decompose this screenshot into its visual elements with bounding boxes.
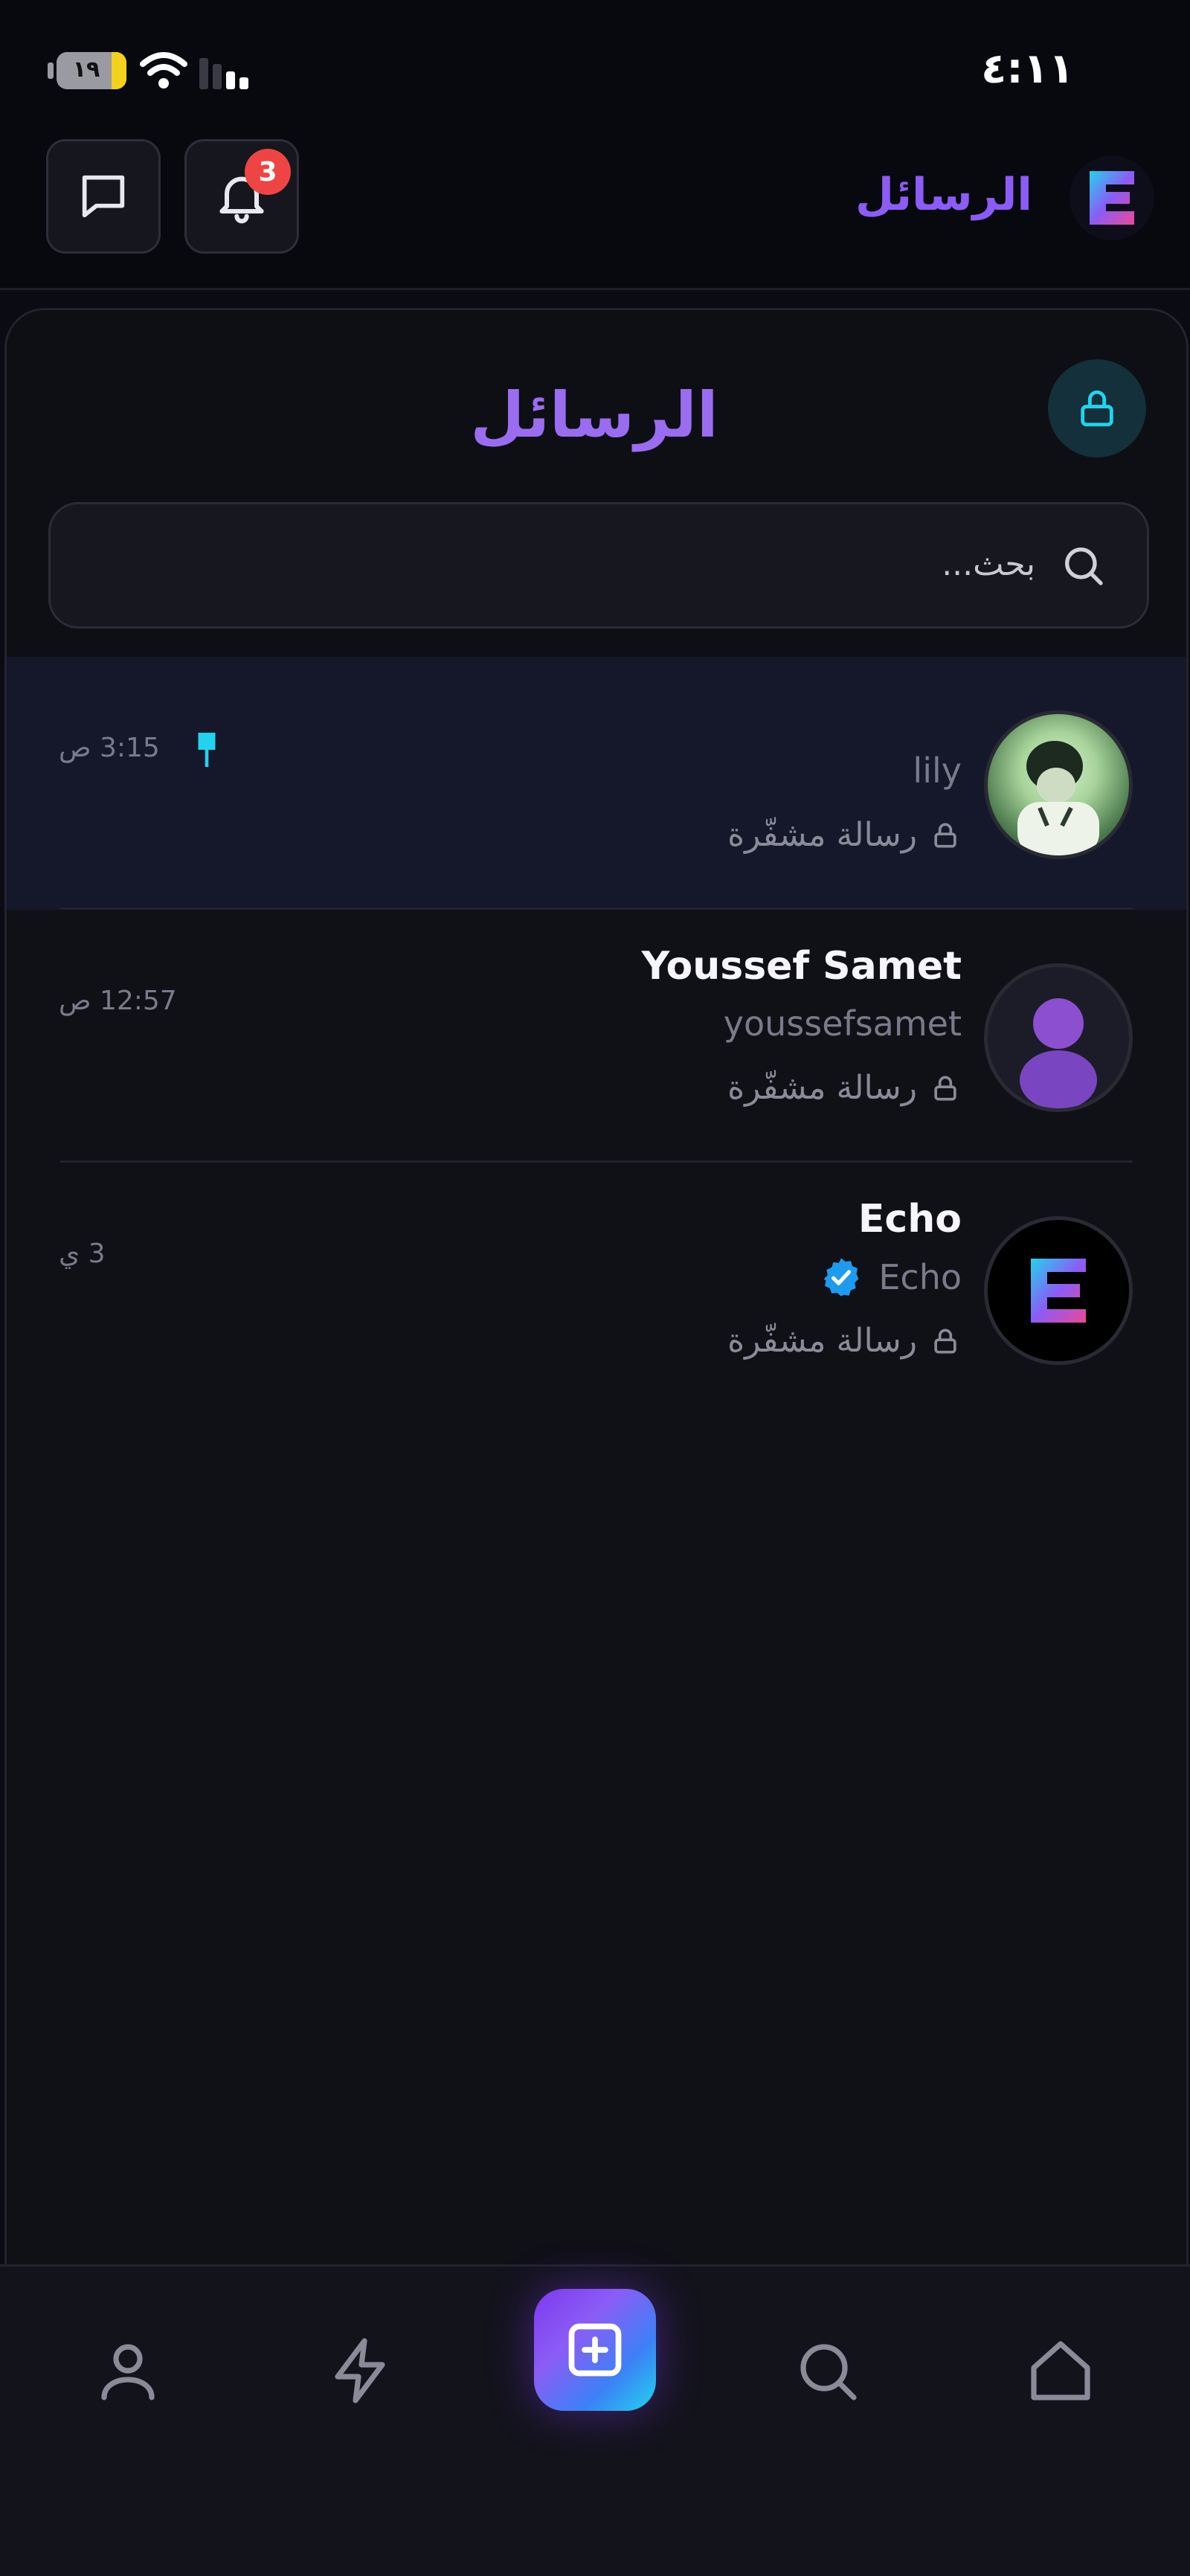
signal-icon <box>199 58 248 89</box>
conversation-preview: رسالة مشفّرة <box>727 816 962 854</box>
conversation-item[interactable]: Youssef Samet youssefsamet رسالة مشفّرة … <box>7 910 1186 1163</box>
nav-search[interactable] <box>782 2326 872 2415</box>
create-post-icon <box>568 2323 622 2377</box>
nav-profile[interactable] <box>83 2326 173 2415</box>
conversation-name: Echo <box>858 1197 962 1242</box>
pin-icon <box>198 733 216 767</box>
avatar <box>984 963 1133 1112</box>
conversation-time: 3:15 ص <box>59 733 160 763</box>
notification-badge: 3 <box>245 149 291 195</box>
lock-icon <box>934 1076 956 1100</box>
conversation-username: youssefsamet <box>723 1003 962 1044</box>
bottom-nav <box>0 2264 1190 2576</box>
search-icon <box>1065 547 1103 585</box>
header-title: الرسائل <box>855 169 1032 221</box>
app-logo[interactable] <box>1070 155 1154 240</box>
panel-header: الرسائل <box>7 310 1186 657</box>
search-icon <box>800 2344 857 2400</box>
preview-text: رسالة مشفّرة <box>727 816 917 854</box>
search-bar <box>48 502 1149 629</box>
conversation-list: lily رسالة مشفّرة 3:15 ص Youssef Samet y… <box>7 657 1186 1416</box>
logo-e-icon <box>1090 171 1134 225</box>
message-icon <box>82 175 125 218</box>
wifi-icon <box>140 52 187 89</box>
nav-home[interactable] <box>1016 2326 1105 2415</box>
create-button[interactable] <box>534 2289 656 2411</box>
nav-activity[interactable] <box>317 2326 406 2415</box>
conversation-time: 12:57 ص <box>59 986 177 1016</box>
avatar <box>984 1216 1133 1365</box>
page-title: الرسائل <box>470 379 718 452</box>
lock-icon <box>1081 390 1113 427</box>
preview-text: رسالة مشفّرة <box>727 1322 917 1360</box>
profile-icon <box>101 2344 155 2400</box>
conversation-item[interactable]: lily رسالة مشفّرة 3:15 ص <box>7 657 1186 910</box>
clock: ٤:١١ <box>981 45 1074 93</box>
battery-icon: ١٩ <box>57 52 126 89</box>
avatar <box>984 710 1133 859</box>
messages-button[interactable] <box>46 139 161 254</box>
conversation-username: lily <box>913 751 962 791</box>
search-input[interactable] <box>217 534 1035 594</box>
conversation-preview: رسالة مشفّرة <box>727 1069 962 1107</box>
conversation-preview: رسالة مشفّرة <box>727 1322 962 1360</box>
top-bar: 3 الرسائل <box>0 130 1190 290</box>
notifications-button[interactable]: 3 <box>184 139 299 254</box>
status-bar: ١٩ ٤:١١ <box>0 0 1190 130</box>
battery-level: ١٩ <box>72 57 100 83</box>
lightning-icon <box>335 2338 385 2403</box>
encryption-button[interactable] <box>1048 359 1146 457</box>
verified-badge-icon <box>824 1258 859 1297</box>
conversation-item[interactable]: Echo Echo رسالة مشفّرة 3 ي <box>7 1163 1186 1416</box>
preview-text: رسالة مشفّرة <box>727 1069 917 1107</box>
home-icon <box>1031 2341 1090 2400</box>
conversation-username: Echo <box>878 1257 962 1297</box>
lock-icon <box>934 1329 956 1353</box>
conversation-time: 3 ي <box>59 1239 106 1269</box>
messages-panel: الرسائل lily <box>4 308 1189 2264</box>
conversation-username-row: Echo <box>820 1256 962 1298</box>
battery-nub <box>48 62 54 79</box>
conversation-name: Youssef Samet <box>641 944 962 989</box>
lock-icon <box>934 823 956 847</box>
